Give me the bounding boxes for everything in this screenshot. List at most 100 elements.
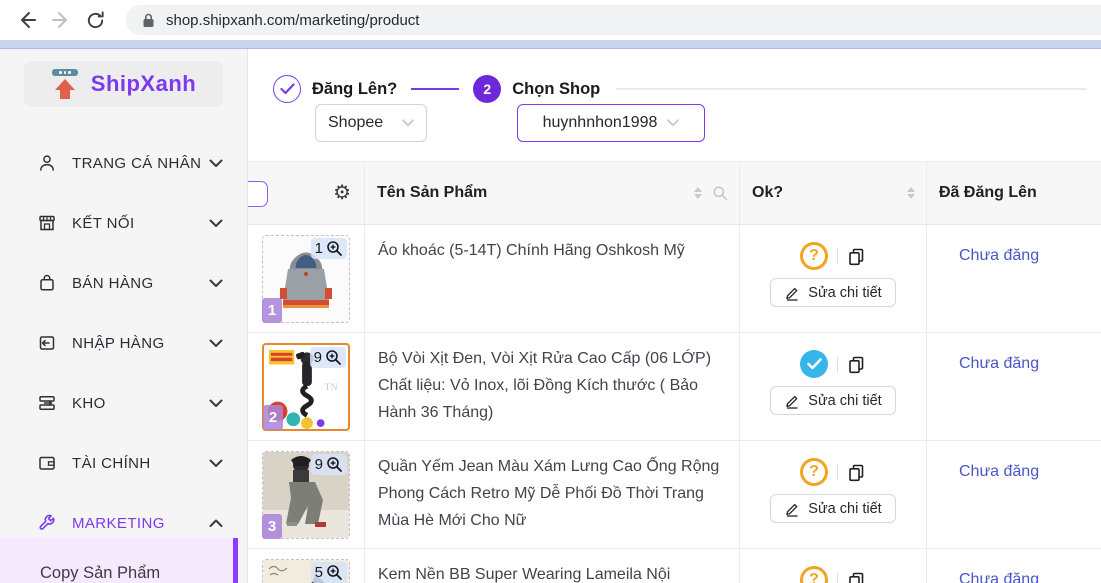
sidebar-item-label: KHO: [72, 395, 106, 412]
chevron-down-icon: [209, 459, 223, 468]
posted-status-link[interactable]: Chưa đăng: [959, 355, 1039, 372]
copy-icon[interactable]: [847, 571, 866, 583]
table-header-row: ⚙ Tên Sản Phẩm Ok?: [248, 161, 1101, 225]
sidebar: ShipXanh TRANG CÁ NHÂN KẾT NỐI: [0, 49, 248, 583]
table-row: 5 4 Kem Nền BB Super Wearing Lameila Nội…: [248, 549, 1101, 583]
svg-text:TN: TN: [325, 382, 338, 393]
sidebar-item-kho[interactable]: KHO: [0, 373, 247, 433]
sort-icon[interactable]: [694, 187, 702, 199]
row-index-badge: 1: [262, 298, 282, 323]
edit-detail-label: Sửa chi tiết: [808, 285, 881, 301]
search-icon[interactable]: [712, 185, 728, 201]
posted-status-link[interactable]: Chưa đăng: [959, 463, 1039, 480]
lock-icon: [142, 13, 155, 28]
status-check-icon[interactable]: [800, 350, 828, 378]
submenu-label: Copy Sản Phẩm: [40, 564, 160, 583]
step2-number: 2: [483, 81, 491, 97]
sidebar-subitem-copy-san-pham[interactable]: Copy Sản Phẩm: [0, 538, 238, 583]
zoom-in-icon: [326, 240, 343, 257]
zoom-in-icon: [326, 564, 343, 581]
sidebar-item-ket-noi[interactable]: KẾT NỐI: [0, 193, 247, 253]
url-text: shop.shipxanh.com/marketing/product: [166, 12, 419, 29]
shop-select-value: huynhnhon1998: [543, 114, 658, 132]
chevron-down-icon: [209, 219, 223, 228]
product-thumbnail[interactable]: 9 3: [262, 451, 350, 539]
shopping-bag-icon: [36, 273, 57, 294]
sidebar-item-trang-ca-nhan[interactable]: TRANG CÁ NHÂN: [0, 133, 247, 193]
posted-status-link[interactable]: Chưa đăng: [959, 247, 1039, 264]
sidebar-item-label: BÁN HÀNG: [72, 275, 154, 292]
sidebar-item-nhap-hang[interactable]: NHẬP HÀNG: [0, 313, 247, 373]
address-bar[interactable]: shop.shipxanh.com/marketing/product: [126, 5, 1101, 35]
image-zoom-chip[interactable]: 5: [311, 562, 347, 583]
wallet-icon: [36, 453, 57, 474]
posted-status-link[interactable]: Chưa đăng: [959, 571, 1039, 583]
chevron-down-icon: [209, 279, 223, 288]
pencil-icon: [784, 500, 800, 517]
image-zoom-chip[interactable]: 9: [311, 454, 347, 475]
divider: [837, 573, 838, 583]
platform-select-value: Shopee: [328, 114, 383, 132]
main-content: Đăng Lên? 2 Chọn Shop Shopee huynhnhon19…: [248, 49, 1101, 583]
product-table: ⚙ Tên Sản Phẩm Ok?: [248, 161, 1101, 583]
product-name: Bộ Vòi Xịt Đen, Vòi Xịt Rửa Cao Cấp (06 …: [365, 333, 740, 440]
product-name: Áo khoác (5-14T) Chính Hãng Oshkosh Mỹ: [365, 225, 740, 332]
status-question-icon[interactable]: ?: [800, 566, 828, 583]
status-question-icon[interactable]: ?: [800, 242, 828, 270]
product-name: Quần Yếm Jean Màu Xám Lưng Cao Ống Rộng …: [365, 441, 740, 548]
image-zoom-chip[interactable]: 1: [311, 238, 347, 259]
chevron-down-icon: [209, 339, 223, 348]
shop-select[interactable]: huynhnhon1998: [517, 104, 705, 142]
table-row: 1 1 Áo khoác (5-14T) Chính Hãng Oshkosh …: [248, 225, 1101, 333]
browser-toolbar: shop.shipxanh.com/marketing/product: [0, 0, 1101, 40]
step2-number-circle[interactable]: 2: [473, 75, 501, 103]
sidebar-item-label: TRANG CÁ NHÂN: [72, 155, 201, 172]
row-index-badge: 3: [262, 514, 282, 539]
edit-detail-button[interactable]: Sửa chi tiết: [770, 386, 895, 415]
chevron-down-icon: [402, 119, 414, 127]
horizontal-scrollbar[interactable]: [0, 40, 1101, 49]
sidebar-item-ban-hang[interactable]: BÁN HÀNG: [0, 253, 247, 313]
header-select-column: ⚙: [248, 162, 365, 224]
header-ok-label: Ok?: [752, 184, 783, 202]
logo[interactable]: ShipXanh: [24, 61, 223, 107]
sidebar-item-tai-chinh[interactable]: TÀI CHÍNH: [0, 433, 247, 493]
edit-detail-label: Sửa chi tiết: [808, 393, 881, 409]
product-name: Kem Nền BB Super Wearing Lameila Nội: [365, 549, 740, 583]
filters-row: Shopee huynhnhon1998: [248, 104, 1101, 144]
image-count: 5: [315, 564, 323, 581]
status-question-icon[interactable]: ?: [800, 458, 828, 486]
sort-icon[interactable]: [907, 187, 915, 199]
divider: [837, 249, 838, 264]
back-icon[interactable]: [10, 3, 44, 37]
edit-detail-button[interactable]: Sửa chi tiết: [770, 278, 895, 307]
step1-check-circle[interactable]: [273, 75, 301, 103]
sidebar-item-label: MARKETING: [72, 515, 165, 532]
sidebar-item-label: KẾT NỐI: [72, 215, 135, 232]
copy-icon[interactable]: [847, 247, 866, 266]
copy-icon[interactable]: [847, 355, 866, 374]
image-zoom-chip[interactable]: 9: [310, 347, 346, 368]
header-name-column: Tên Sản Phẩm: [365, 162, 740, 224]
divider: [837, 357, 838, 372]
chevron-down-icon: [209, 159, 223, 168]
product-thumbnail[interactable]: TN 9 2: [262, 343, 350, 431]
pencil-icon: [784, 284, 800, 301]
sidebar-menu: TRANG CÁ NHÂN KẾT NỐI: [0, 133, 247, 553]
image-count: 9: [315, 456, 323, 473]
image-count: 9: [314, 349, 322, 366]
product-thumbnail[interactable]: 5 4: [262, 559, 350, 583]
chevron-down-icon: [209, 399, 223, 408]
select-all-checkbox[interactable]: [248, 181, 268, 207]
forward-icon[interactable]: [44, 3, 78, 37]
refresh-icon[interactable]: [78, 3, 112, 37]
gear-icon[interactable]: ⚙: [333, 183, 364, 203]
copy-icon[interactable]: [847, 463, 866, 482]
step2-label: Chọn Shop: [512, 80, 600, 99]
image-count: 1: [315, 240, 323, 257]
wrench-icon: [36, 513, 57, 534]
product-thumbnail[interactable]: 1 1: [262, 235, 350, 323]
edit-detail-button[interactable]: Sửa chi tiết: [770, 494, 895, 523]
platform-select[interactable]: Shopee: [315, 104, 427, 142]
user-icon: [36, 153, 57, 174]
